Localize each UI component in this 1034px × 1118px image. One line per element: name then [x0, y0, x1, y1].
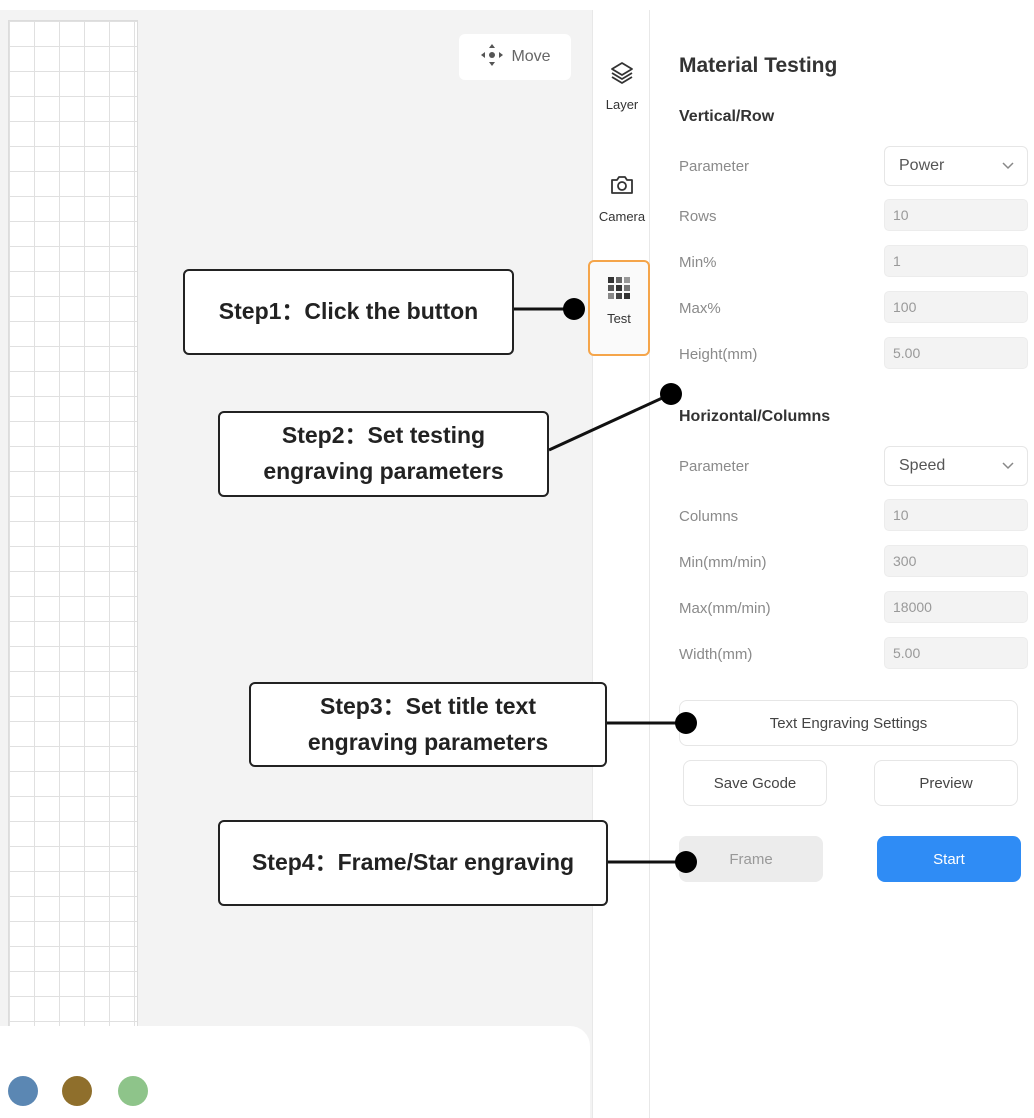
step4-text: Step4：Frame/Star engraving	[251, 849, 575, 876]
annotation-dot-step2	[660, 383, 682, 405]
step3-callout: Step3：Set title text engraving parameter…	[249, 682, 607, 767]
annotation-dot-step1	[563, 298, 585, 320]
step2-callout: Step2：Set testing engraving parameters	[218, 411, 549, 497]
step2-text-line2: engraving parameters	[263, 458, 504, 484]
step1-text: Step1：Click the button	[218, 298, 479, 325]
step4-callout: Step4：Frame/Star engraving	[218, 820, 608, 906]
step3-text-line1: Step3：Set title text	[320, 692, 536, 719]
step2-text-line1: Step2：Set testing	[281, 422, 486, 449]
step3-text-line2: engraving parameters	[307, 728, 549, 755]
step1-callout: Step1：Click the button	[183, 269, 514, 355]
annotation-dot-step4	[675, 851, 697, 873]
annotation-connectors	[513, 307, 686, 864]
annotation-dot-step3	[675, 712, 697, 734]
